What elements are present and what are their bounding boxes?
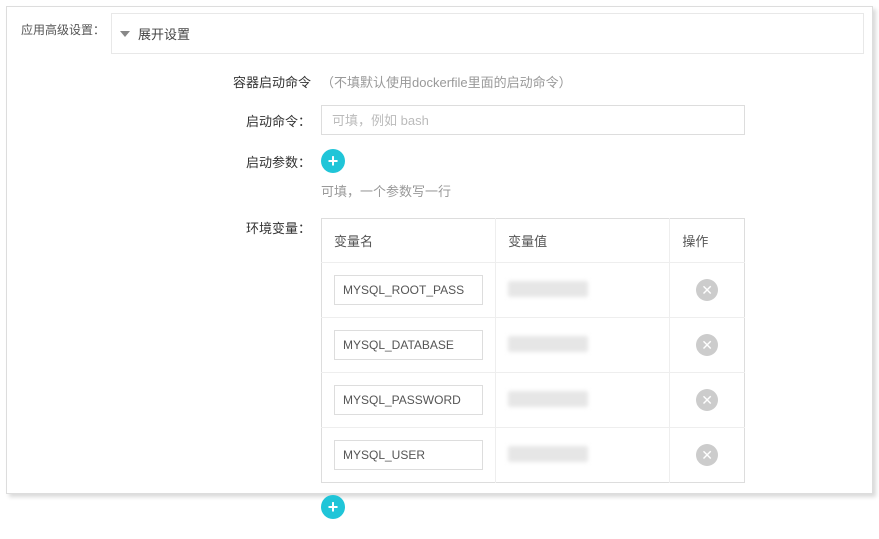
env-name-input[interactable]: [334, 275, 483, 305]
table-row: ✕: [322, 318, 745, 373]
table-row: ✕: [322, 428, 745, 483]
table-row: ✕: [322, 373, 745, 428]
env-col-value: 变量值: [496, 219, 670, 263]
env-value-masked: [508, 391, 588, 407]
container-cmd-hint: （不填默认使用dockerfile里面的启动命令）: [321, 72, 572, 91]
env-name-input[interactable]: [334, 385, 483, 415]
add-env-button[interactable]: +: [321, 495, 345, 519]
delete-env-button[interactable]: ✕: [696, 389, 718, 411]
env-value-masked: [508, 336, 588, 352]
env-col-op: 操作: [670, 219, 745, 263]
table-row: ✕: [322, 263, 745, 318]
close-icon: ✕: [701, 338, 713, 352]
add-arg-button[interactable]: +: [321, 149, 345, 173]
expand-container: 展开设置: [111, 13, 864, 54]
env-col-name: 变量名: [322, 219, 496, 263]
plus-icon: +: [328, 498, 339, 516]
env-table: 变量名 变量值 操作 ✕ ✕ ✕ ✕: [321, 218, 745, 483]
delete-env-button[interactable]: ✕: [696, 444, 718, 466]
startup-cmd-input[interactable]: [321, 105, 745, 135]
expand-toggle[interactable]: 展开设置: [112, 14, 863, 53]
env-value-masked: [508, 281, 588, 297]
startup-cmd-label: 启动命令：: [229, 111, 311, 130]
env-name-input[interactable]: [334, 440, 483, 470]
close-icon: ✕: [701, 448, 713, 462]
startup-args-hint: 可填，一个参数写一行: [321, 181, 872, 200]
close-icon: ✕: [701, 393, 713, 407]
env-value-masked: [508, 446, 588, 462]
delete-env-button[interactable]: ✕: [696, 279, 718, 301]
startup-args-label: 启动参数：: [229, 152, 311, 171]
chevron-down-icon: [120, 31, 130, 37]
env-name-input[interactable]: [334, 330, 483, 360]
delete-env-button[interactable]: ✕: [696, 334, 718, 356]
env-label: 环境变量：: [229, 218, 311, 237]
section-label: 应用高级设置：: [7, 7, 105, 54]
container-cmd-title: 容器启动命令: [229, 72, 311, 91]
settings-panel: 应用高级设置： 展开设置 容器启动命令 （不填默认使用dockerfile里面的…: [6, 6, 873, 494]
expand-title: 展开设置: [138, 24, 190, 43]
close-icon: ✕: [701, 283, 713, 297]
plus-icon: +: [328, 152, 339, 170]
